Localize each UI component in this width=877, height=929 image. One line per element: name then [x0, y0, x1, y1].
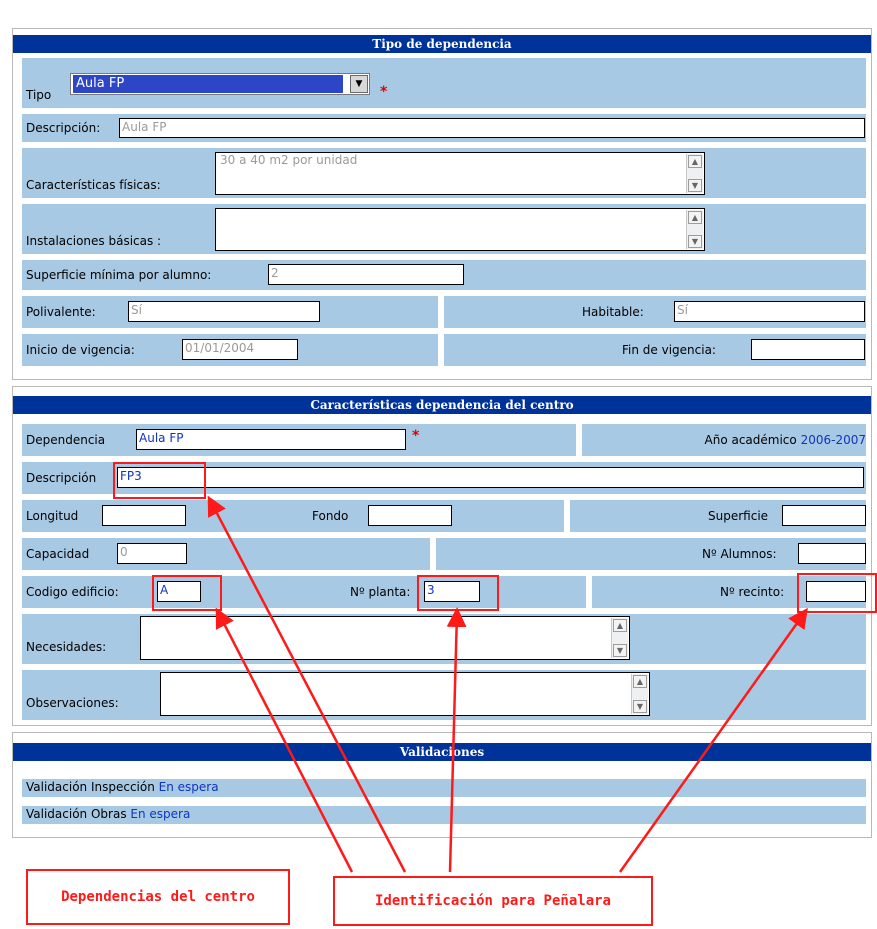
- validacion-inspeccion-value: En espera: [158, 780, 219, 794]
- habitable-label: Habitable:: [582, 305, 644, 319]
- longitud-cell: Longitud Fondo: [22, 500, 564, 532]
- tipo-dependencia-header: Tipo de dependencia: [13, 35, 871, 53]
- scroll-up-icon[interactable]: ▲: [613, 619, 627, 632]
- superficie-field[interactable]: [782, 505, 866, 526]
- instalaciones-label: Instalaciones básicas :: [26, 234, 162, 248]
- descripcion-field[interactable]: Aula FP: [119, 118, 865, 138]
- observaciones-textarea[interactable]: ▲ ▼: [160, 672, 650, 716]
- scrollbar[interactable]: ▲ ▼: [631, 674, 648, 714]
- observaciones-label: Observaciones:: [26, 696, 119, 710]
- scroll-up-icon[interactable]: ▲: [633, 675, 647, 688]
- necesidades-textarea[interactable]: ▲ ▼: [140, 616, 630, 660]
- scrollbar[interactable]: ▲ ▼: [686, 154, 703, 193]
- validacion-obras: Validación Obras En espera: [26, 807, 190, 821]
- anio-academico-value: 2006-2007: [800, 433, 866, 447]
- scroll-up-icon[interactable]: ▲: [688, 155, 702, 168]
- scroll-down-icon[interactable]: ▼: [633, 700, 647, 713]
- scroll-down-icon[interactable]: ▼: [688, 235, 702, 248]
- nalumnos-cell: Nº Alumnos:: [436, 538, 866, 570]
- capacidad-cell: Capacidad 0: [22, 538, 430, 570]
- nalumnos-field[interactable]: [798, 543, 866, 564]
- nrecinto-label: Nº recinto:: [720, 585, 785, 599]
- fin-vigencia-cell: Fin de vigencia:: [444, 334, 866, 366]
- tipo-row: Tipo Aula FP ▼ *: [22, 58, 866, 108]
- chevron-down-icon[interactable]: ▼: [350, 75, 368, 93]
- fin-vigencia-label: Fin de vigencia:: [622, 343, 716, 357]
- inicio-vigencia-field[interactable]: 01/01/2004: [182, 339, 298, 360]
- descripcion-centro-label: Descripción: [26, 471, 97, 485]
- habitable-cell: Habitable: Sí: [444, 296, 866, 328]
- inicio-vigencia-label: Inicio de vigencia:: [26, 343, 135, 357]
- caracteristicas-row: Características físicas: 30 a 40 m2 por …: [22, 148, 866, 198]
- highlight-descripcion: [113, 462, 206, 499]
- fondo-label: Fondo: [312, 509, 349, 523]
- callout-dependencias: Dependencias del centro: [26, 869, 290, 925]
- validacion-obras-row: Validación Obras En espera: [22, 806, 866, 824]
- validacion-inspeccion-row: Validación Inspección En espera: [22, 779, 866, 797]
- fin-vigencia-field[interactable]: [751, 339, 865, 360]
- superficie-row: Superficie mínima por alumno: 2: [22, 260, 866, 290]
- scrollbar[interactable]: ▲ ▼: [686, 210, 703, 249]
- superficie-minima-field[interactable]: 2: [268, 264, 464, 285]
- longitud-field[interactable]: [102, 505, 186, 526]
- dependencia-cell: Dependencia Aula FP *: [22, 424, 576, 456]
- inicio-vigencia-cell: Inicio de vigencia: 01/01/2004: [22, 334, 438, 366]
- polivalente-label: Polivalente:: [26, 305, 96, 319]
- dependencia-field[interactable]: Aula FP: [136, 429, 406, 450]
- validaciones-header: Validaciones: [13, 743, 871, 761]
- polivalente-field[interactable]: Sí: [128, 301, 320, 322]
- anio-academico: Año académico 2006-2007: [705, 433, 867, 447]
- fondo-field[interactable]: [368, 505, 452, 526]
- nplanta-label: Nº planta:: [350, 585, 411, 599]
- scroll-up-icon[interactable]: ▲: [688, 211, 702, 224]
- caracteristicas-label: Características físicas:: [26, 178, 161, 192]
- tipo-select-value: Aula FP: [73, 75, 343, 93]
- required-marker: *: [412, 428, 420, 444]
- dependencia-label: Dependencia: [26, 433, 106, 447]
- anio-academico-cell: Año académico 2006-2007: [582, 424, 866, 456]
- descripcion-row: Descripción: Aula FP: [22, 114, 866, 142]
- scrollbar[interactable]: ▲ ▼: [611, 618, 628, 658]
- nalumnos-label: Nº Alumnos:: [702, 547, 777, 561]
- callout-identificacion: Identificación para Peñalara: [333, 876, 653, 926]
- necesidades-row: Necesidades: ▲ ▼: [22, 614, 866, 664]
- scroll-down-icon[interactable]: ▼: [613, 644, 627, 657]
- observaciones-row: Observaciones: ▲ ▼: [22, 670, 866, 720]
- validacion-inspeccion: Validación Inspección En espera: [26, 780, 219, 794]
- caracteristicas-centro-header: Características dependencia del centro: [13, 396, 871, 414]
- descripcion-label: Descripción:: [26, 121, 101, 135]
- superficie-minima-label: Superficie mínima por alumno:: [26, 268, 212, 282]
- codigo-edificio-cell: Codigo edificio: A Nº planta: 3: [22, 576, 586, 608]
- superficie-cell: Superficie: [570, 500, 866, 532]
- longitud-label: Longitud: [26, 509, 79, 523]
- anio-academico-label: Año académico: [704, 433, 797, 447]
- validacion-obras-label: Validación Obras: [26, 807, 127, 821]
- descripcion-centro-field[interactable]: FP3: [117, 467, 864, 488]
- highlight-nplanta: [417, 575, 499, 611]
- codigo-edificio-label: Codigo edificio:: [26, 585, 119, 599]
- caracteristicas-textarea[interactable]: 30 a 40 m2 por unidad ▲ ▼: [215, 152, 705, 195]
- capacidad-field[interactable]: 0: [117, 543, 187, 564]
- caracteristicas-value: 30 a 40 m2 por unidad: [220, 153, 358, 167]
- highlight-nrecinto: [797, 573, 877, 613]
- polivalente-cell: Polivalente: Sí: [22, 296, 438, 328]
- validacion-inspeccion-label: Validación Inspección: [26, 780, 155, 794]
- capacidad-label: Capacidad: [26, 547, 90, 561]
- superficie-label: Superficie: [708, 509, 769, 523]
- scroll-down-icon[interactable]: ▼: [688, 179, 702, 192]
- highlight-codigo-edificio: [152, 575, 222, 611]
- tipo-select[interactable]: Aula FP ▼: [70, 73, 370, 95]
- tipo-label: Tipo: [26, 88, 52, 102]
- validacion-obras-value: En espera: [130, 807, 191, 821]
- habitable-field[interactable]: Sí: [674, 301, 865, 322]
- instalaciones-row: Instalaciones básicas : ▲ ▼: [22, 204, 866, 254]
- instalaciones-textarea[interactable]: ▲ ▼: [215, 208, 705, 251]
- necesidades-label: Necesidades:: [26, 640, 107, 654]
- required-marker: *: [380, 84, 388, 100]
